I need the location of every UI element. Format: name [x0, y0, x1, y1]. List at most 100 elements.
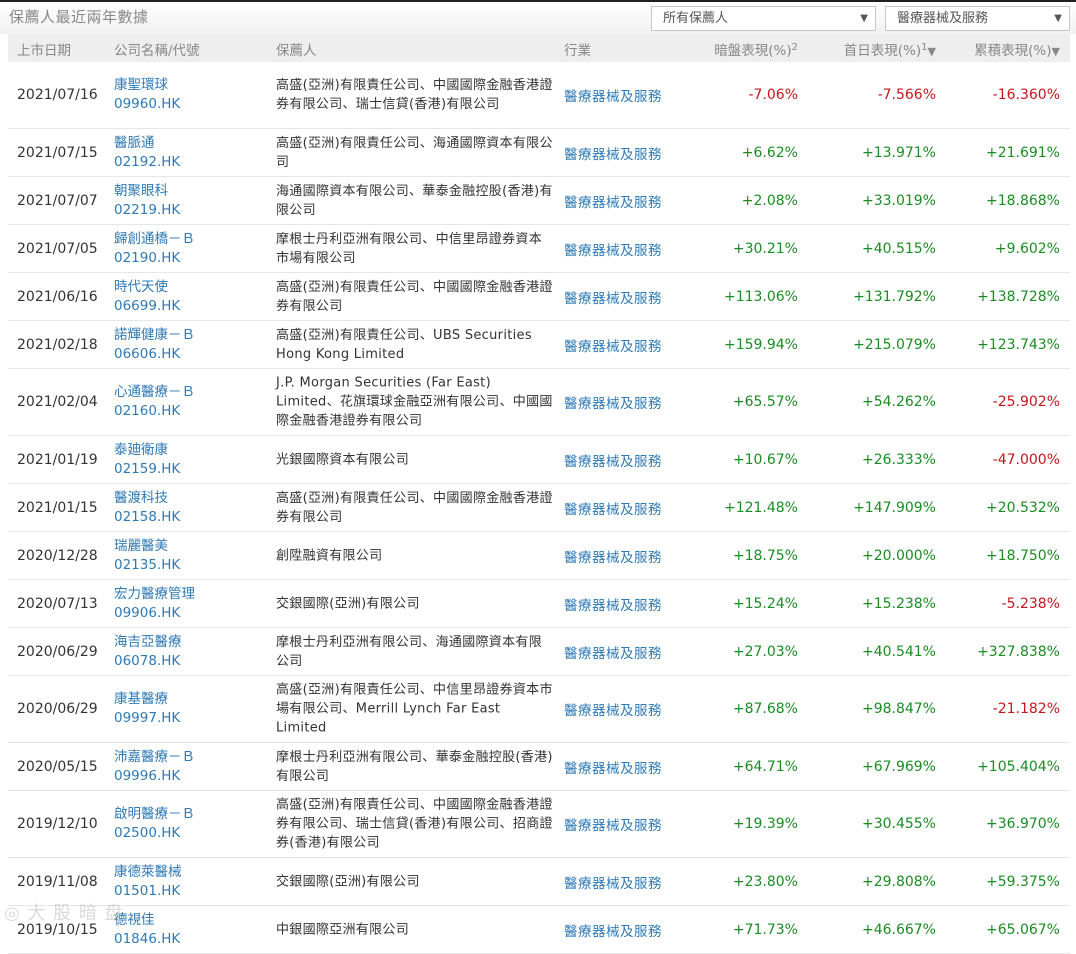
industry-link[interactable]: 醫療器械及服務 — [564, 872, 662, 892]
company-link[interactable]: 宏力醫療管理 09906.HK — [114, 585, 195, 623]
company-link[interactable]: 啟明醫療－Ｂ 02500.HK — [114, 805, 195, 843]
company-name[interactable]: 海吉亞醫療 — [114, 634, 182, 650]
industry-link[interactable]: 醫療器械及服務 — [564, 546, 662, 566]
company-link[interactable]: 海吉亞醫療 06078.HK — [114, 633, 182, 671]
col-cumulative[interactable]: 累積表現(%)▼ — [974, 39, 1060, 59]
listing-date: 2020/05/15 — [17, 758, 98, 775]
company-link[interactable]: 醫脈通 02192.HK — [114, 134, 180, 172]
table-row: 2021/02/18 諾輝健康－Ｂ 06606.HK 高盛(亞洲)有限責任公司、UBS… — [8, 321, 1070, 369]
company-link[interactable]: 醫渡科技 02158.HK — [114, 489, 180, 527]
stock-code[interactable]: 09906.HK — [114, 604, 195, 623]
stock-code[interactable]: 02190.HK — [114, 249, 195, 268]
stock-code[interactable]: 02219.HK — [114, 201, 180, 220]
company-name[interactable]: 醫脈通 — [114, 135, 155, 151]
company-link[interactable]: 泰廸衛康 02159.HK — [114, 441, 180, 479]
company-name[interactable]: 心通醫療－Ｂ — [114, 384, 195, 400]
industry-link[interactable]: 醫療器械及服務 — [564, 143, 662, 163]
industry-link[interactable]: 醫療器械及服務 — [564, 450, 662, 470]
industry-link[interactable]: 醫療器械及服務 — [564, 239, 662, 259]
stock-code[interactable]: 01501.HK — [114, 882, 182, 901]
stock-code[interactable]: 09997.HK — [114, 709, 180, 728]
industry-link[interactable]: 醫療器械及服務 — [564, 498, 662, 518]
listing-date: 2021/07/07 — [17, 192, 98, 209]
company-name[interactable]: 諾輝健康－Ｂ — [114, 327, 195, 343]
industry-link[interactable]: 醫療器械及服務 — [564, 642, 662, 662]
industry-link[interactable]: 醫療器械及服務 — [564, 85, 662, 105]
industry-link[interactable]: 醫療器械及服務 — [564, 191, 662, 211]
table-row: 2021/06/16 時代天使 06699.HK 高盛(亞洲)有限責任公司、中國國際金… — [8, 273, 1070, 321]
listing-date: 2021/07/16 — [17, 87, 98, 103]
cumulative-value: +20.532% — [985, 499, 1060, 516]
stock-code[interactable]: 02192.HK — [114, 153, 180, 172]
sort-desc-icon: ▼ — [1051, 45, 1060, 58]
stock-code[interactable]: 09996.HK — [114, 767, 195, 786]
industry-link[interactable]: 醫療器械及服務 — [564, 699, 662, 719]
company-link[interactable]: 康德萊醫械 01501.HK — [114, 863, 182, 901]
company-name[interactable]: 泰廸衛康 — [114, 442, 168, 458]
industry-link[interactable]: 醫療器械及服務 — [564, 287, 662, 307]
col-industry[interactable]: 行業 — [564, 39, 591, 59]
stock-code[interactable]: 01846.HK — [114, 930, 180, 949]
company-name[interactable]: 康德萊醫械 — [114, 864, 182, 880]
table-row: 2021/01/19 泰廸衛康 02159.HK 光銀國際資本有限公司 醫療器械及服務 +… — [8, 436, 1070, 484]
company-link[interactable]: 朝聚眼科 02219.HK — [114, 182, 180, 220]
stock-code[interactable]: 02158.HK — [114, 508, 180, 527]
table-row: 2020/07/13 宏力醫療管理 09906.HK 交銀國際(亞洲)有限公司 醫療器械… — [8, 580, 1070, 628]
cumulative-value: +18.868% — [985, 192, 1060, 209]
listing-date: 2020/07/13 — [17, 595, 98, 612]
company-link[interactable]: 諾輝健康－Ｂ 06606.HK — [114, 326, 195, 364]
grey-market-value: +87.68% — [732, 701, 798, 717]
chevron-down-icon: ▼ — [1054, 13, 1062, 24]
company-link[interactable]: 瑞麗醫美 02135.HK — [114, 537, 180, 575]
company-name[interactable]: 瑞麗醫美 — [114, 538, 168, 554]
cumulative-value: +105.404% — [977, 758, 1060, 775]
industry-select[interactable]: 醫療器械及服務 ▼ — [885, 6, 1070, 31]
first-day-value: +33.019% — [861, 192, 936, 209]
company-link[interactable]: 康聖環球 09960.HK — [114, 76, 180, 114]
sponsor-text: 摩根士丹利亞洲有限公司、華泰金融控股(香港)有限公司 — [276, 749, 553, 784]
first-day-value: +40.541% — [861, 643, 936, 660]
company-name[interactable]: 時代天使 — [114, 279, 168, 295]
listing-date: 2020/06/29 — [17, 701, 98, 717]
industry-link[interactable]: 醫療器械及服務 — [564, 757, 662, 777]
stock-code[interactable]: 02135.HK — [114, 556, 180, 575]
company-link[interactable]: 康基醫療 09997.HK — [114, 690, 180, 728]
stock-code[interactable]: 09960.HK — [114, 95, 180, 114]
company-link[interactable]: 心通醫療－Ｂ 02160.HK — [114, 383, 195, 421]
col-first-day[interactable]: 首日表現(%)1▼ — [844, 39, 936, 59]
stock-code[interactable]: 02500.HK — [114, 824, 195, 843]
stock-code[interactable]: 06078.HK — [114, 652, 182, 671]
company-name[interactable]: 宏力醫療管理 — [114, 586, 195, 602]
company-name[interactable]: 德視佳 — [114, 912, 155, 928]
company-name[interactable]: 康基醫療 — [114, 691, 168, 707]
company-link[interactable]: 沛嘉醫療－Ｂ 09996.HK — [114, 748, 195, 786]
company-link[interactable]: 時代天使 06699.HK — [114, 278, 180, 316]
company-name[interactable]: 啟明醫療－Ｂ — [114, 806, 195, 822]
first-day-value: +40.515% — [861, 240, 936, 257]
company-name[interactable]: 朝聚眼科 — [114, 183, 168, 199]
stock-code[interactable]: 06699.HK — [114, 297, 180, 316]
company-name[interactable]: 醫渡科技 — [114, 490, 168, 506]
company-name[interactable]: 沛嘉醫療－Ｂ — [114, 749, 195, 765]
cumulative-value: +59.375% — [985, 873, 1060, 890]
col-listing-date[interactable]: 上市日期 — [17, 39, 71, 59]
industry-link[interactable]: 醫療器械及服務 — [564, 392, 662, 412]
company-name[interactable]: 歸創通橋－Ｂ — [114, 231, 195, 247]
listing-date: 2021/02/04 — [17, 394, 98, 410]
chevron-down-icon: ▼ — [860, 13, 868, 24]
industry-link[interactable]: 醫療器械及服務 — [564, 335, 662, 355]
company-link[interactable]: 歸創通橋－Ｂ 02190.HK — [114, 230, 195, 268]
stock-code[interactable]: 02160.HK — [114, 402, 195, 421]
sponsor-select[interactable]: 所有保薦人 ▼ — [651, 6, 876, 31]
first-day-value: +54.262% — [861, 394, 936, 410]
industry-link[interactable]: 醫療器械及服務 — [564, 594, 662, 614]
stock-code[interactable]: 02159.HK — [114, 460, 180, 479]
col-sponsor[interactable]: 保薦人 — [276, 39, 317, 59]
company-link[interactable]: 德視佳 01846.HK — [114, 911, 180, 949]
col-company[interactable]: 公司名稱/代號 — [114, 39, 200, 59]
cumulative-value: -21.182% — [992, 701, 1060, 717]
col-grey-market[interactable]: 暗盤表現(%)2 — [714, 39, 798, 59]
company-name[interactable]: 康聖環球 — [114, 77, 168, 93]
stock-code[interactable]: 06606.HK — [114, 345, 195, 364]
industry-link[interactable]: 醫療器械及服務 — [564, 814, 662, 834]
